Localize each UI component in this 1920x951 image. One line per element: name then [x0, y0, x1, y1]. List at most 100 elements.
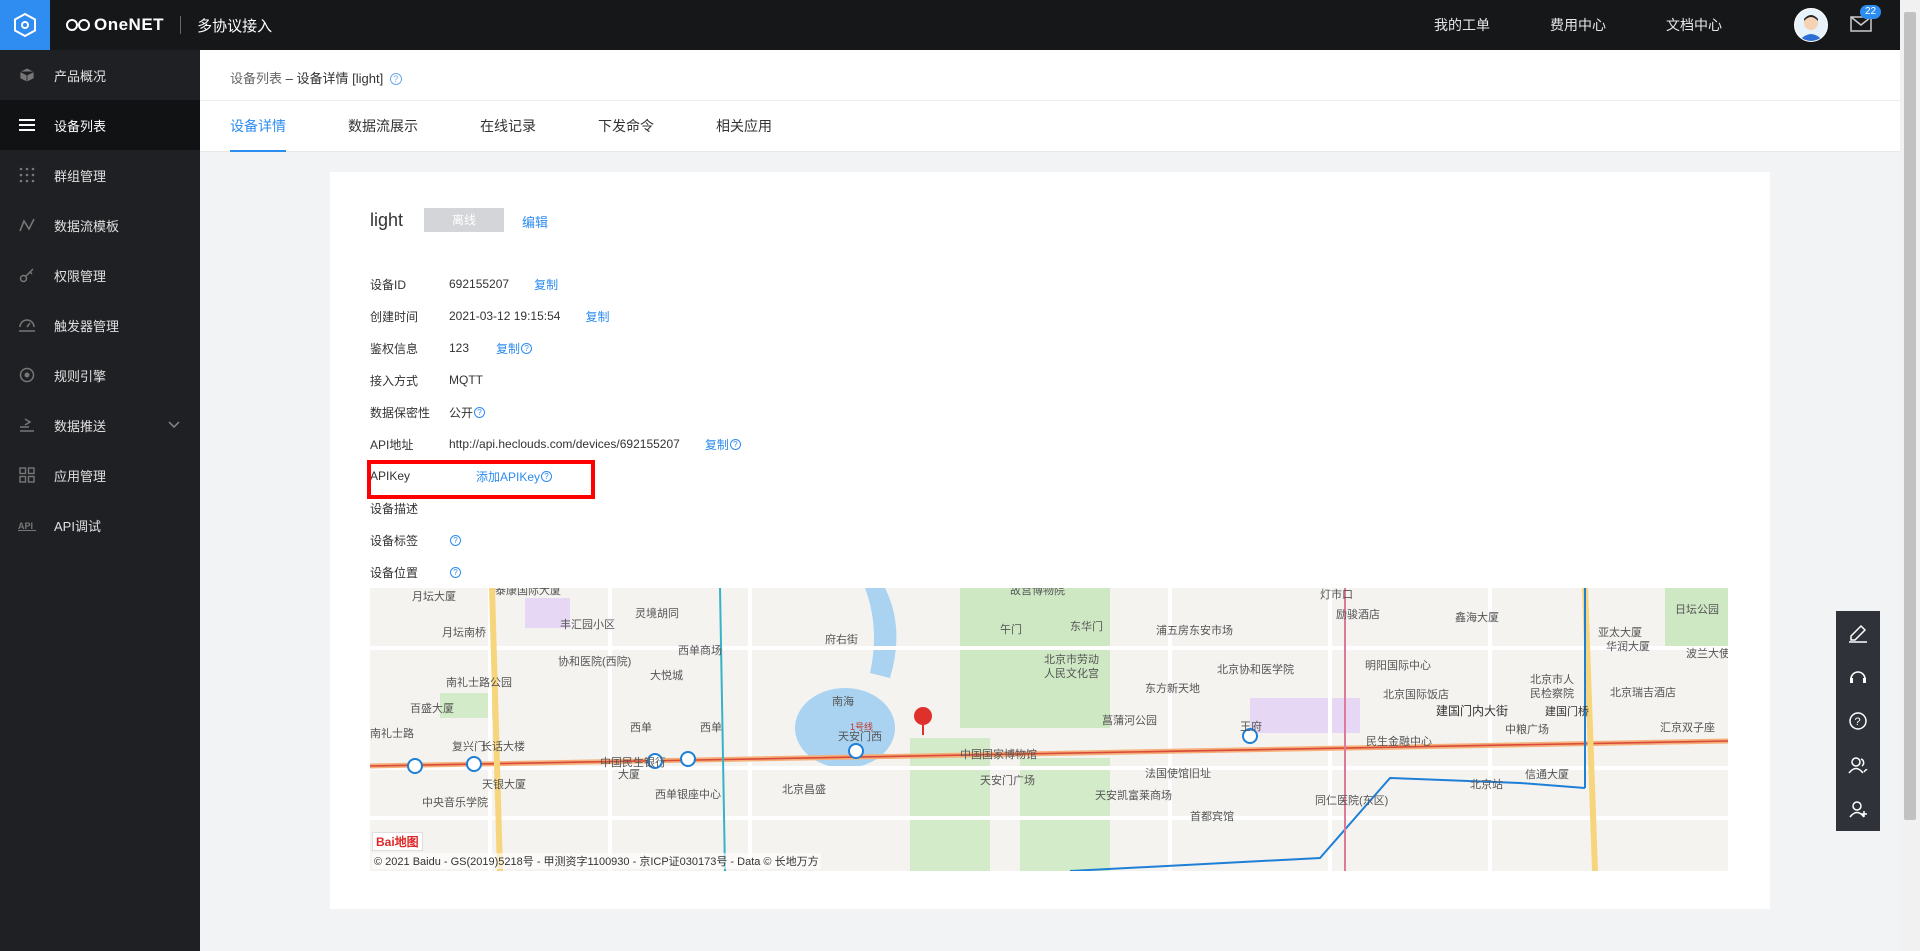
help-icon[interactable]: ?: [450, 534, 461, 546]
svg-text:中央音乐学院: 中央音乐学院: [422, 795, 488, 809]
svg-text:信通大厦: 信通大厦: [1525, 767, 1569, 781]
svg-text:百盛大厦: 百盛大厦: [410, 701, 454, 715]
device-name: light: [370, 210, 404, 230]
field-label: API地址: [370, 437, 414, 452]
edit-link[interactable]: 编辑: [522, 212, 548, 231]
field-label: 数据保密性: [370, 405, 431, 420]
user-add-icon: [1849, 801, 1867, 818]
field-value: 公开: [449, 405, 474, 420]
account-button[interactable]: [1836, 787, 1880, 831]
home-logo[interactable]: [0, 0, 50, 50]
svg-text:菖蒲河公园: 菖蒲河公园: [1102, 713, 1157, 727]
copy-device-id-link[interactable]: 复制: [534, 276, 558, 293]
field-api-address: API地址 http://api.heclouds.com/devices/69…: [370, 436, 741, 452]
help-icon[interactable]: ?: [474, 406, 486, 418]
messages-button[interactable]: 22: [1850, 5, 1882, 34]
map-copyright: © 2021 Baidu - GS(2019)5218号 - 甲测资字11009…: [372, 853, 821, 869]
tab-device-detail[interactable]: 设备详情: [230, 101, 286, 152]
sidebar-item-app-management[interactable]: 应用管理: [0, 450, 200, 500]
sidebar-item-rule-engine[interactable]: 规则引擎: [0, 350, 200, 400]
docs-link[interactable]: 文档中心: [1666, 15, 1722, 35]
brand-name: OneNET: [94, 15, 165, 34]
device-location-map[interactable]: 月坛大厦 泰康国际大厦 丰汇园小区 灵境胡同 故宫博物院 东华门 灯市口 励骏酒…: [370, 588, 1728, 871]
page-scrollbar[interactable]: [1900, 0, 1920, 951]
breadcrumb: 设备列表 – 设备详情 [light] ?: [230, 68, 402, 87]
community-button[interactable]: [1836, 743, 1880, 787]
svg-text:西单: 西单: [630, 721, 652, 734]
support-button[interactable]: [1836, 655, 1880, 699]
tab-related-apps[interactable]: 相关应用: [716, 101, 772, 152]
users-icon: [1848, 757, 1868, 774]
rule-icon: [18, 366, 36, 384]
svg-text:丰汇园小区: 丰汇园小区: [560, 618, 615, 631]
field-label: 鉴权信息: [370, 341, 419, 356]
svg-text:西单银座中心: 西单银座中心: [655, 787, 721, 801]
help-icon[interactable]: ?: [729, 438, 741, 450]
tab-datastream[interactable]: 数据流展示: [348, 101, 418, 152]
svg-text:复兴门: 复兴门: [452, 739, 485, 753]
svg-text:东方新天地: 东方新天地: [1145, 681, 1200, 695]
help-icon[interactable]: ?: [521, 342, 533, 354]
list-icon: [18, 116, 36, 134]
sidebar-item-permission-management[interactable]: 权限管理: [0, 250, 200, 300]
svg-text:华润大厦: 华润大厦: [1606, 639, 1650, 653]
svg-text:汇京双子座: 汇京双子座: [1660, 720, 1715, 734]
sidebar-item-api-debug[interactable]: API API调试: [0, 500, 200, 550]
field-label: 设备ID: [370, 277, 407, 292]
field-value: http://api.heclouds.com/devices/69215520…: [449, 437, 680, 451]
chevron-down-icon[interactable]: [168, 418, 180, 432]
svg-text:同仁医院(东区): 同仁医院(东区): [1315, 793, 1388, 807]
help-icon[interactable]: ?: [450, 566, 461, 578]
page-header: 设备列表 – 设备详情 [light] ? 设备详情 数据流展示 在线记录 下发…: [200, 50, 1900, 152]
field-label: 设备位置: [370, 565, 419, 580]
svg-text:北京协和医学院: 北京协和医学院: [1217, 662, 1294, 676]
feedback-button[interactable]: [1836, 611, 1880, 655]
copy-auth-link[interactable]: 复制: [496, 340, 520, 357]
tab-send-command[interactable]: 下发命令: [598, 101, 654, 152]
sidebar-item-datastream-template[interactable]: 数据流模板: [0, 200, 200, 250]
svg-text:西单: 西单: [700, 721, 722, 734]
avatar[interactable]: [1794, 8, 1828, 42]
svg-text:明阳国际中心: 明阳国际中心: [1365, 659, 1431, 672]
help-button[interactable]: ?: [1836, 699, 1880, 743]
breadcrumb-current: 设备详情 [light]: [296, 71, 384, 86]
svg-text:北京站: 北京站: [1470, 777, 1503, 791]
scrollbar-thumb[interactable]: [1904, 12, 1916, 820]
grid-dots-icon: [18, 166, 36, 184]
svg-text:北京昌盛: 北京昌盛: [782, 782, 826, 796]
svg-text:法国使馆旧址: 法国使馆旧址: [1145, 766, 1211, 780]
svg-text:中国民生银行: 中国民生银行: [600, 755, 666, 769]
my-tickets-link[interactable]: 我的工单: [1434, 15, 1490, 35]
copy-api-address-link[interactable]: 复制: [705, 436, 729, 453]
cube-icon: [18, 66, 36, 84]
svg-text:天安门广场: 天安门广场: [980, 773, 1035, 787]
api-icon: API: [18, 516, 36, 534]
sidebar-item-trigger-management[interactable]: 触发器管理: [0, 300, 200, 350]
breadcrumb-device-list[interactable]: 设备列表: [230, 71, 282, 86]
svg-text:协和医院(西院): 协和医院(西院): [558, 654, 631, 668]
sidebar-item-data-push[interactable]: 数据推送: [0, 400, 200, 450]
svg-text:灯市口: 灯市口: [1320, 588, 1353, 601]
sidebar-item-label: API调试: [54, 518, 101, 534]
add-apikey-link[interactable]: 添加APIKey: [476, 468, 540, 485]
tab-online-records[interactable]: 在线记录: [480, 101, 536, 152]
svg-text:API: API: [18, 521, 33, 531]
copy-created-time-link[interactable]: 复制: [585, 308, 609, 325]
sidebar-item-label: 设备列表: [54, 118, 107, 134]
stream-icon: [18, 216, 36, 234]
svg-text:民检察院: 民检察院: [1530, 686, 1574, 700]
svg-text:王府: 王府: [1240, 719, 1262, 733]
field-device-tags: 设备标签 ?: [370, 532, 461, 548]
billing-link[interactable]: 费用中心: [1550, 15, 1606, 35]
help-icon[interactable]: ?: [389, 73, 402, 85]
sidebar-item-device-list[interactable]: 设备列表: [0, 100, 200, 150]
field-device-location: 设备位置 ?: [370, 564, 461, 580]
help-icon[interactable]: ?: [541, 470, 553, 482]
brand: OneNET 多协议接入: [66, 15, 272, 36]
sidebar-item-group-management[interactable]: 群组管理: [0, 150, 200, 200]
sidebar-item-product-overview[interactable]: 产品概况: [0, 50, 200, 100]
sidebar-item-label: 权限管理: [54, 268, 107, 284]
hexagon-icon: [14, 12, 36, 38]
sidebar-item-label: 数据流模板: [54, 218, 120, 234]
device-detail-card: light 离线 编辑 设备ID 692155207 复制 创建时间 2021-…: [330, 172, 1770, 909]
